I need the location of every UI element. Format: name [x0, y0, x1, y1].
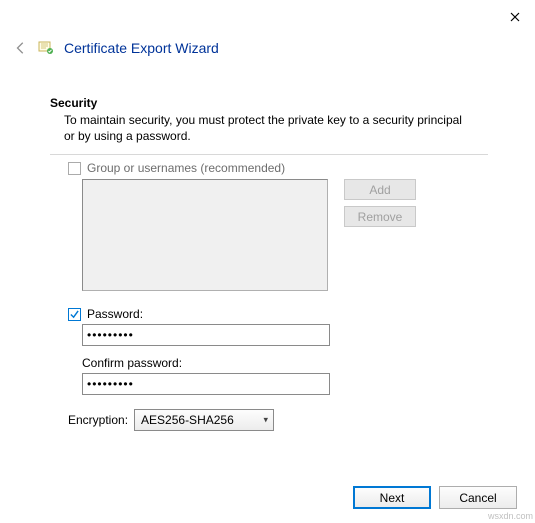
principals-listbox	[82, 179, 328, 291]
section-heading: Security	[50, 96, 501, 110]
next-button[interactable]: Next	[353, 486, 431, 509]
encryption-select[interactable]: AES256-SHA256 ▾	[134, 409, 274, 431]
password-input[interactable]	[82, 324, 330, 346]
section-description: To maintain security, you must protect t…	[50, 110, 470, 144]
password-label: Password:	[87, 307, 143, 321]
group-checkbox	[68, 162, 81, 175]
watermark: wsxdn.com	[488, 511, 533, 521]
wizard-header: Certificate Export Wizard	[0, 34, 535, 68]
close-button[interactable]	[495, 0, 535, 34]
close-icon	[510, 12, 520, 22]
wizard-title: Certificate Export Wizard	[64, 40, 219, 56]
chevron-down-icon: ▾	[264, 415, 269, 426]
divider	[50, 154, 488, 155]
confirm-password-label: Confirm password:	[68, 346, 501, 370]
encryption-selected: AES256-SHA256	[141, 413, 234, 427]
remove-button: Remove	[344, 206, 416, 227]
group-checkbox-label: Group or usernames (recommended)	[87, 161, 285, 175]
encryption-label: Encryption:	[68, 413, 128, 427]
password-checkbox[interactable]	[68, 308, 81, 321]
confirm-password-input[interactable]	[82, 373, 330, 395]
certificate-icon	[38, 40, 54, 56]
cancel-button[interactable]: Cancel	[439, 486, 517, 509]
add-button: Add	[344, 179, 416, 200]
back-arrow-icon[interactable]	[14, 41, 28, 55]
